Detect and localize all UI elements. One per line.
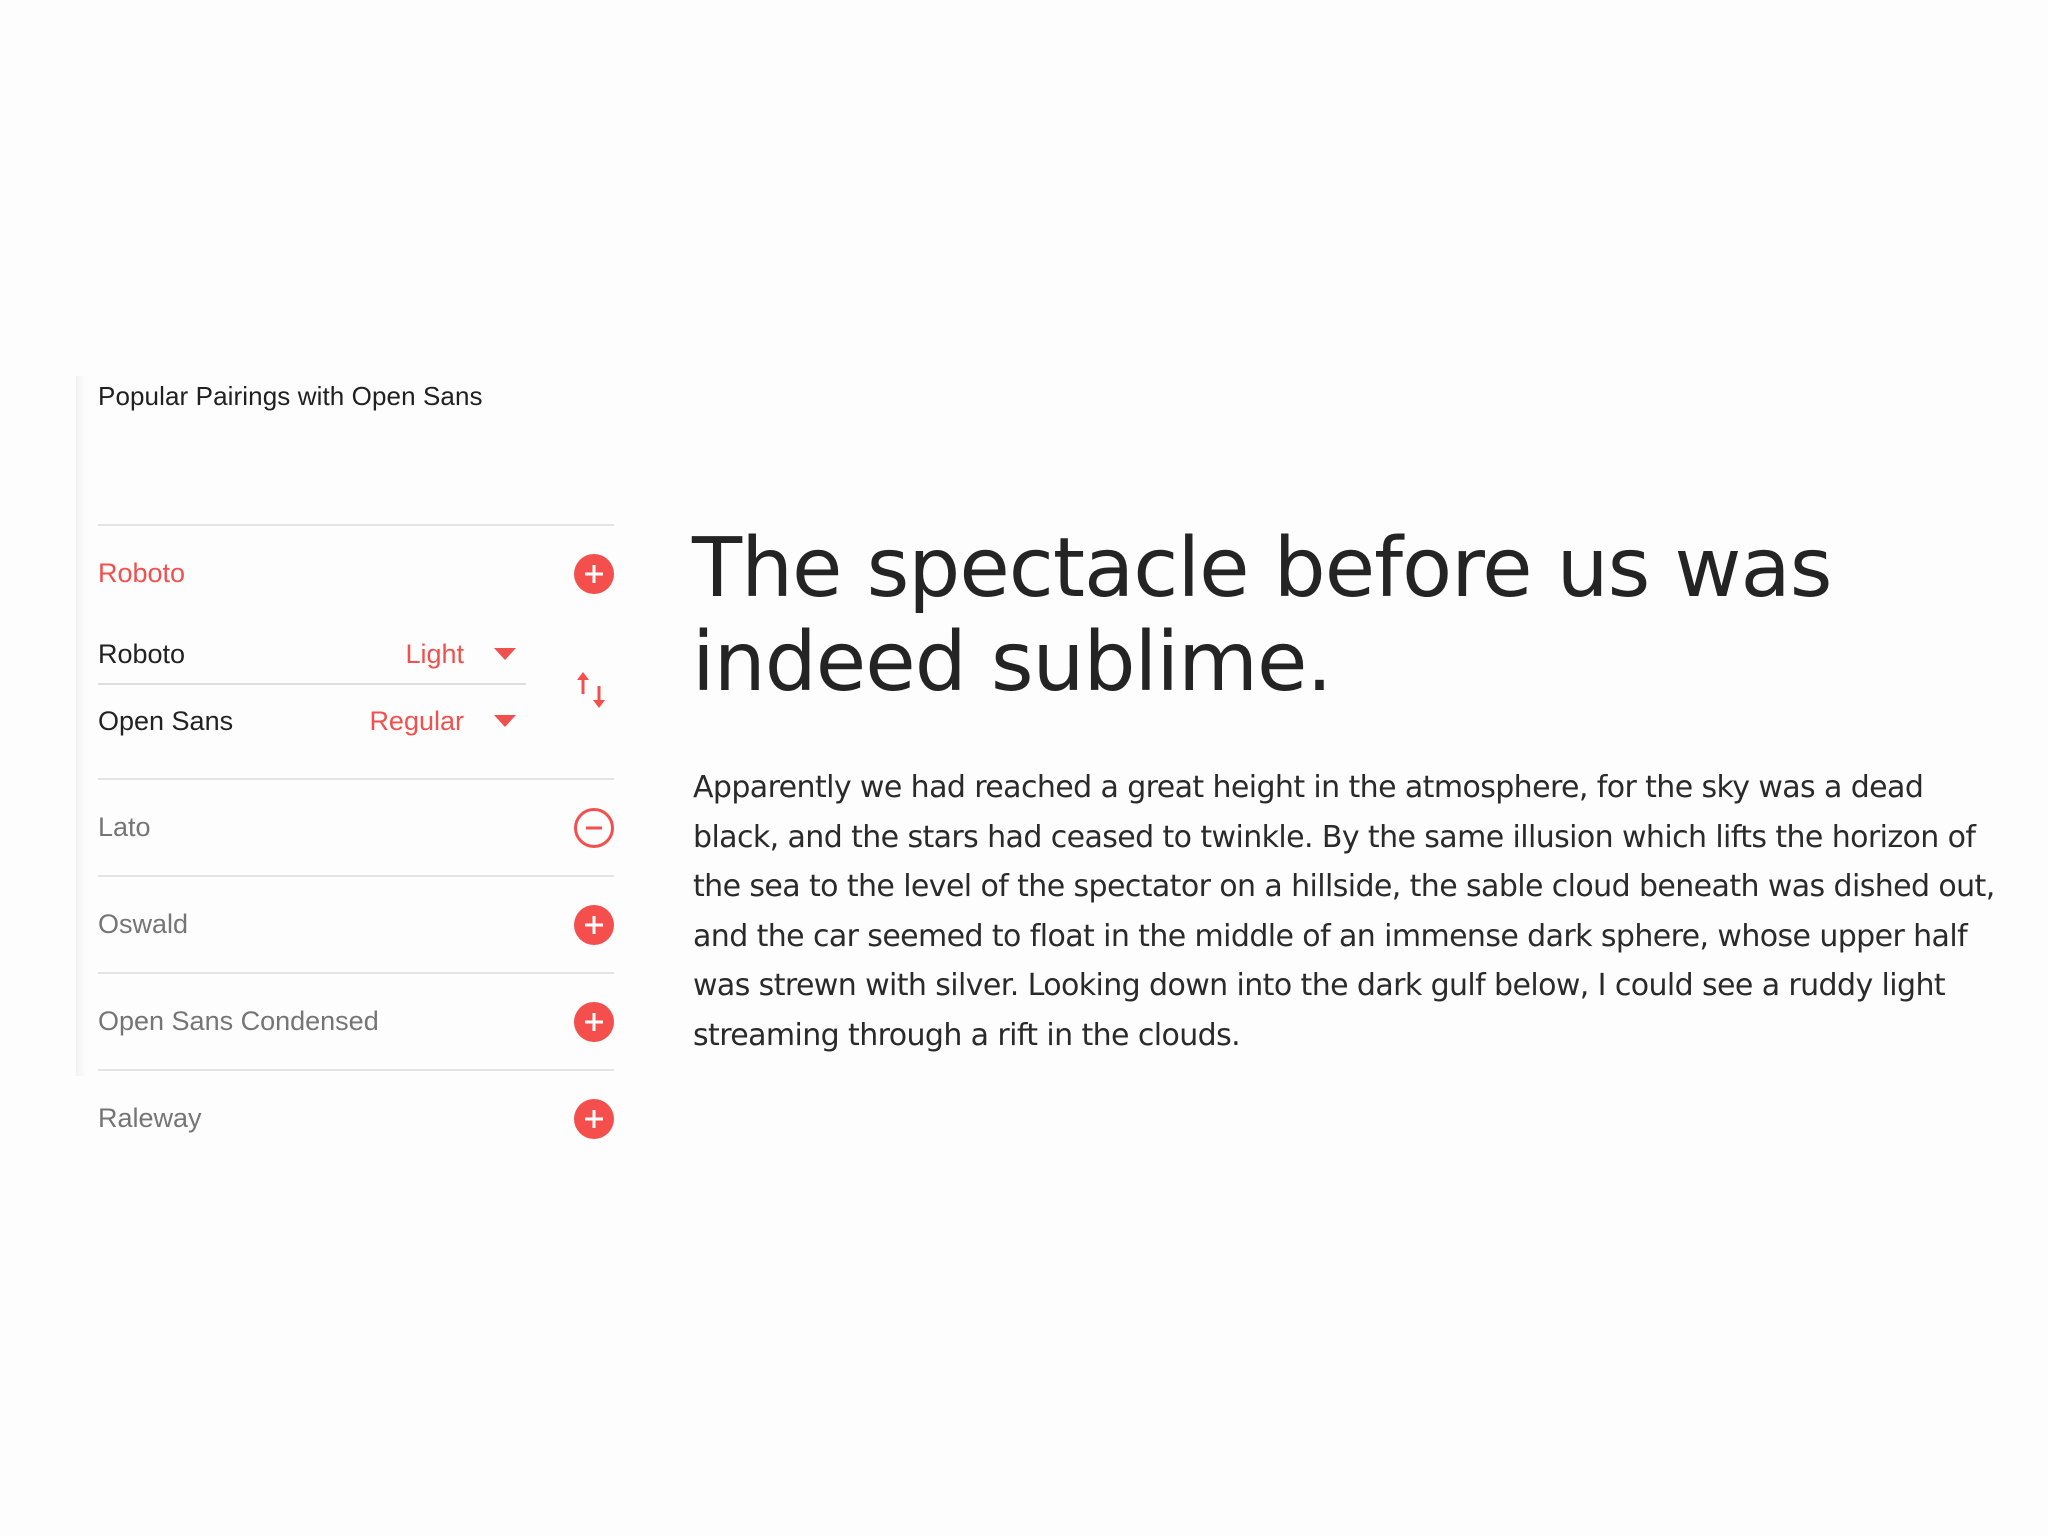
secondary-weight-dropdown[interactable]: Regular (369, 706, 526, 737)
plus-circle-icon[interactable] (574, 1001, 614, 1042)
selected-pairing: Roboto Light Open Sans Regular (98, 621, 614, 778)
pairing-name[interactable]: Oswald (98, 909, 188, 940)
caret-down-icon (494, 648, 516, 660)
plus-circle-icon[interactable] (574, 553, 614, 594)
section-title: Popular Pairings with Open Sans (98, 381, 483, 411)
preview-body: Apparently we had reached a great height… (693, 770, 1995, 1053)
secondary-weight-label: Regular (369, 705, 464, 736)
pairing-row[interactable]: Oswald (98, 877, 614, 972)
primary-font-name: Roboto (98, 638, 186, 669)
pairing-name[interactable]: Open Sans Condensed (98, 1006, 379, 1037)
pairing-name[interactable]: Lato (98, 812, 151, 843)
secondary-font-row: Open Sans Regular (98, 699, 526, 743)
pairing-list: Roboto Roboto Light Open Sans Regular La… (98, 524, 614, 1166)
pairing-name[interactable]: Raleway (98, 1103, 202, 1134)
page: Popular Pairings with Open Sans Roboto R… (0, 0, 2048, 1536)
primary-font-row: Roboto Light (98, 632, 526, 676)
pairing-row[interactable]: Raleway (98, 1071, 614, 1166)
swap-vertical-icon[interactable] (574, 666, 610, 714)
primary-weight-dropdown[interactable]: Light (405, 639, 526, 670)
secondary-font-name: Open Sans (98, 705, 234, 736)
caret-down-icon (494, 715, 516, 727)
plus-circle-icon[interactable] (574, 904, 614, 945)
primary-weight-label: Light (405, 638, 464, 669)
pairing-row[interactable]: Lato (98, 780, 614, 875)
plus-circle-icon[interactable] (574, 1098, 614, 1139)
sidebar-shadow (76, 376, 86, 1076)
pairing-row[interactable]: Open Sans Condensed (98, 974, 614, 1069)
divider (98, 683, 526, 685)
preview-headline: The spectacle before us was indeed subli… (692, 521, 1832, 710)
pairing-name[interactable]: Roboto (98, 558, 185, 589)
pairing-row-active[interactable]: Roboto (98, 526, 614, 621)
minus-circle-icon[interactable] (574, 807, 614, 848)
